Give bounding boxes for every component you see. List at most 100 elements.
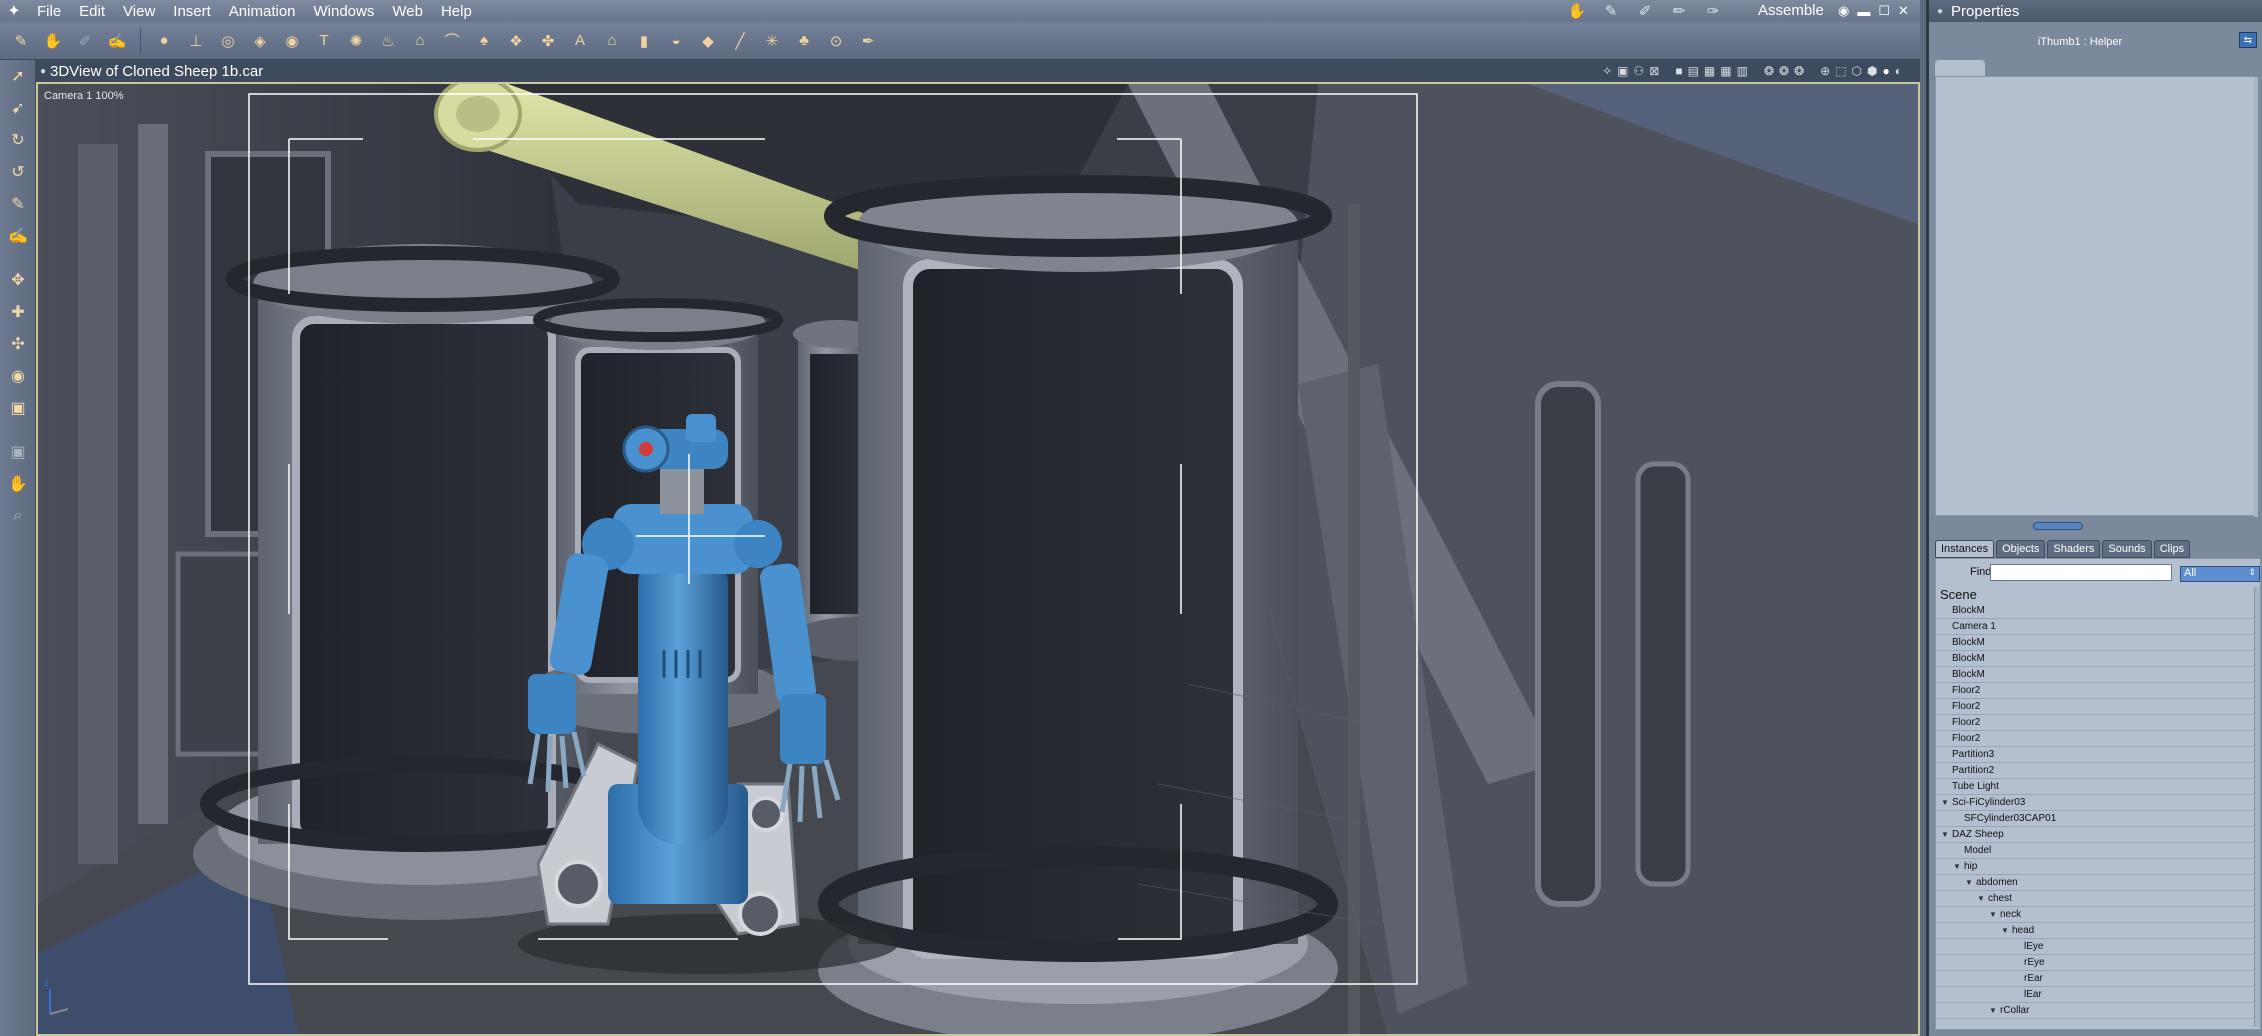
scale-tool-icon[interactable]: ✚ <box>0 296 36 328</box>
expand-triangle-icon[interactable]: ▼ <box>1988 910 1998 919</box>
find-input[interactable] <box>1990 564 2172 581</box>
tree-row[interactable]: Floor2 <box>1936 731 2254 747</box>
shader-toggle-icon[interactable]: ❂ <box>1764 64 1774 78</box>
scene-root[interactable]: Scene <box>1936 587 2254 603</box>
texture-toggle-icon[interactable]: ❂ <box>1794 64 1804 78</box>
gear-prim-icon[interactable]: ✺ <box>343 28 369 54</box>
paint-tool-icon[interactable]: ✍ <box>0 220 36 252</box>
anvil-prim-icon[interactable]: ⊥ <box>183 28 209 54</box>
menu-web[interactable]: Web <box>383 3 432 20</box>
tree-row[interactable]: ▼ hip <box>1936 859 2254 875</box>
sphere-prim-icon[interactable]: ● <box>151 28 177 54</box>
tree-scrollbar[interactable] <box>2254 587 2260 1027</box>
tree-row[interactable]: SFCylinder03CAP01 <box>1936 811 2254 827</box>
wrench-prim-icon[interactable]: ✒ <box>855 28 881 54</box>
filter-select[interactable]: All ⇕ <box>2180 566 2260 582</box>
visibility-icon[interactable]: ◉ <box>1838 3 1849 19</box>
tree-row[interactable]: BlockM <box>1936 667 2254 683</box>
build-room-icon[interactable]: ✎ <box>1599 2 1623 20</box>
wheel-prim-icon[interactable]: A <box>567 28 593 54</box>
pen-prim-icon[interactable]: ╱ <box>727 28 753 54</box>
expand-triangle-icon[interactable]: ▼ <box>1964 878 1974 887</box>
cylinder-prim-icon[interactable]: ▮ <box>631 28 657 54</box>
expand-triangle-icon[interactable]: ▼ <box>1976 894 1986 903</box>
tree-row[interactable]: BlockM <box>1936 603 2254 619</box>
grid-view-icon[interactable]: ▦ <box>1720 64 1731 78</box>
bowl-prim-icon[interactable]: ❖ <box>503 28 529 54</box>
trackball-tool-icon[interactable]: ◉ <box>0 360 36 392</box>
tree-row[interactable]: lEar <box>1936 987 2254 1003</box>
tree-row[interactable]: Tube Light <box>1936 779 2254 795</box>
shade-room-icon[interactable]: ✐ <box>1633 2 1657 20</box>
menu-file[interactable]: File <box>28 3 70 20</box>
tree-row[interactable]: Partition3 <box>1936 747 2254 763</box>
grass-prim-icon[interactable]: ✳ <box>759 28 785 54</box>
tree-row[interactable]: ▼ rCollar <box>1936 1003 2254 1019</box>
panel-splitter[interactable] <box>2033 522 2083 530</box>
tree-row[interactable]: Model <box>1936 843 2254 859</box>
tree-row[interactable]: Floor2 <box>1936 715 2254 731</box>
camera-icon[interactable]: ▣ <box>1617 64 1628 78</box>
tree-prim-icon[interactable]: ♣ <box>791 28 817 54</box>
hat-prim-icon[interactable]: ♠ <box>471 28 497 54</box>
sculpt-tool-icon[interactable]: ✐ <box>72 28 98 54</box>
tree-row[interactable]: lEye <box>1936 939 2254 955</box>
expand-triangle-icon[interactable]: ▼ <box>1988 1006 1998 1015</box>
viewport-menu-icon[interactable]: ● <box>36 66 50 77</box>
house-prim-icon[interactable]: ⌂ <box>599 28 625 54</box>
move-tool-icon[interactable]: ➹ <box>0 92 36 124</box>
tree-row[interactable]: ▼ chest <box>1936 891 2254 907</box>
menu-view[interactable]: View <box>114 3 164 20</box>
disc-prim-icon[interactable]: ◉ <box>279 28 305 54</box>
menu-insert[interactable]: Insert <box>164 3 220 20</box>
wide-view-icon[interactable]: ▥ <box>1737 64 1748 78</box>
expand-triangle-icon[interactable]: ▼ <box>1940 830 1950 839</box>
four-view-icon[interactable]: ▦ <box>1704 64 1715 78</box>
tree-row[interactable]: ▼ DAZ Sheep <box>1936 827 2254 843</box>
tab-instances[interactable]: Instances <box>1935 540 1995 558</box>
two-view-icon[interactable]: ▤ <box>1688 64 1699 78</box>
tree-row[interactable]: Camera 1 <box>1936 619 2254 635</box>
hand-tool-icon[interactable]: ✋ <box>40 28 66 54</box>
shaded-cube-icon[interactable]: ⬢ <box>1867 64 1877 78</box>
close-icon[interactable]: ✕ <box>1898 3 1909 19</box>
zoom-magnifier-icon[interactable]: ⌕ <box>0 500 36 532</box>
paint-tool-icon[interactable]: ✍ <box>104 28 130 54</box>
texture-room-icon[interactable]: ✏ <box>1667 2 1691 20</box>
tab-sounds[interactable]: Sounds <box>2102 540 2152 558</box>
bbox-icon[interactable]: ⬚ <box>1835 64 1846 78</box>
panel-menu-icon[interactable]: ● <box>1937 6 1943 17</box>
group-icon[interactable]: ⚇ <box>1633 64 1644 78</box>
expand-triangle-icon[interactable]: ▼ <box>2000 926 2010 935</box>
light-icon[interactable]: ✧ <box>1602 64 1612 78</box>
twist-tool-icon[interactable]: ↺ <box>0 156 36 188</box>
tree-row[interactable]: ▼ Sci-FiCylinder03 <box>1936 795 2254 811</box>
tree-row[interactable]: ▼ abdomen <box>1936 875 2254 891</box>
tree-row[interactable]: Partition2 <box>1936 763 2254 779</box>
camera-tool-icon[interactable]: ▣ <box>0 436 36 468</box>
tree-row[interactable]: Floor2 <box>1936 699 2254 715</box>
select-arrow-icon[interactable]: ➚ <box>0 60 36 92</box>
snap-tool-icon[interactable]: ▣ <box>0 392 36 424</box>
wire-cube-icon[interactable]: ⬡ <box>1852 64 1862 78</box>
expand-triangle-icon[interactable]: ▼ <box>1952 862 1962 871</box>
bolt-prim-icon[interactable]: ♨ <box>375 28 401 54</box>
axis-icon[interactable]: ⊕ <box>1820 64 1830 78</box>
text-prim-icon[interactable]: T <box>311 28 337 54</box>
properties-scrollbar[interactable] <box>2254 77 2258 517</box>
minimize-icon[interactable]: ▬ <box>1857 4 1870 19</box>
preview-toggle-icon[interactable]: ❂ <box>1779 64 1789 78</box>
tree-row[interactable]: rEar <box>1936 971 2254 987</box>
menu-windows[interactable]: Windows <box>305 3 384 20</box>
rotate-tool-icon[interactable]: ↻ <box>0 124 36 156</box>
menu-help[interactable]: Help <box>432 3 481 20</box>
tree-row[interactable]: ▼ neck <box>1936 907 2254 923</box>
stone-prim-icon[interactable]: ◆ <box>695 28 721 54</box>
menu-animation[interactable]: Animation <box>220 3 305 20</box>
torus-prim-icon[interactable]: ◎ <box>215 28 241 54</box>
tab-shaders[interactable]: Shaders <box>2047 540 2101 558</box>
tree-row[interactable]: Floor2 <box>1936 683 2254 699</box>
3d-viewport[interactable]: Camera 1 100% z <box>36 82 1920 1036</box>
tab-objects[interactable]: Objects <box>1996 540 2046 558</box>
tree-row[interactable]: BlockM <box>1936 635 2254 651</box>
